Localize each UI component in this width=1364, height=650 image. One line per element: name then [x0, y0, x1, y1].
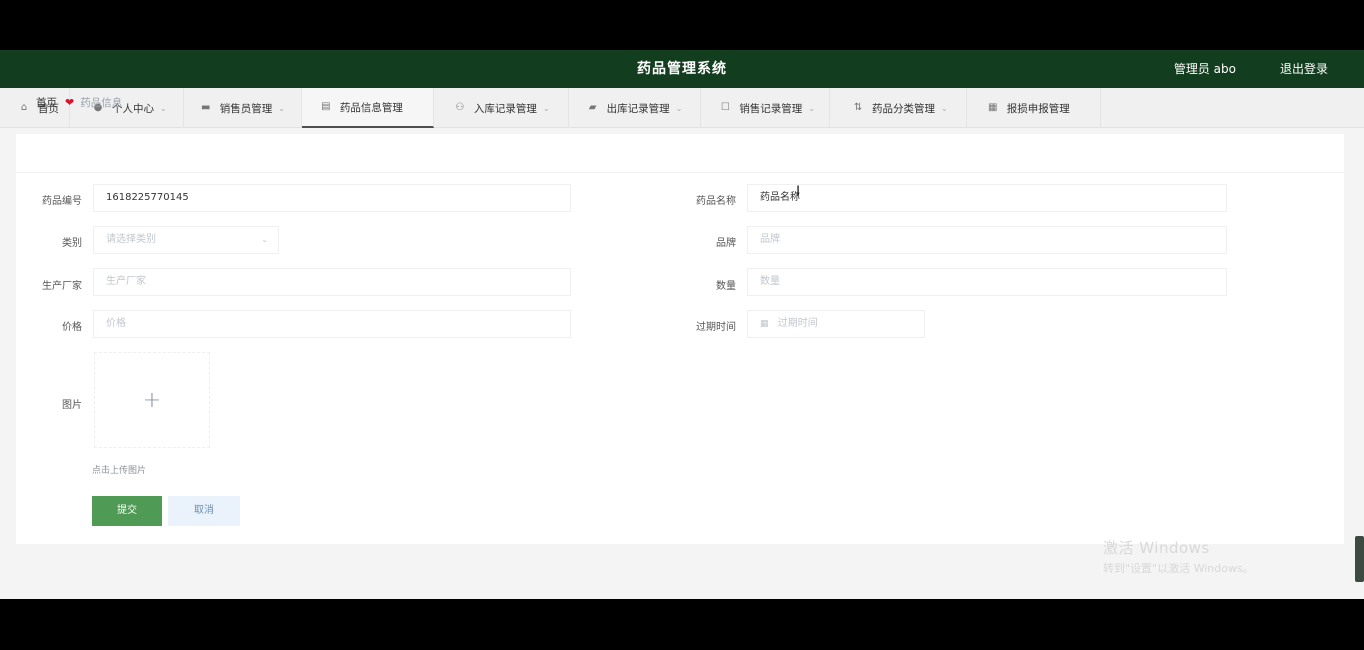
chevron-down-icon: ⌄ — [941, 103, 948, 113]
watermark-line2: 转到"设置"以激活 Windows。 — [1103, 562, 1254, 575]
name-input[interactable]: 药品名称 — [747, 184, 1227, 212]
calendar-icon: ▦ — [760, 319, 769, 329]
nav-item-stock-out[interactable]: ▰ 出库记录管理 ⌄ — [569, 88, 702, 128]
price-input[interactable]: 价格 — [93, 310, 571, 338]
inbox-icon: ⚇ — [455, 102, 465, 113]
list-icon: ☐ — [720, 102, 730, 113]
nav-item-label: 药品分类管理 — [872, 102, 936, 115]
nav-item-label: 药品信息管理 — [339, 101, 403, 114]
current-user: 管理员 abo — [1173, 62, 1236, 76]
chevron-down-icon: ⌄ — [542, 103, 550, 113]
submit-button[interactable]: 提交 — [92, 496, 162, 526]
breadcrumb: 首页 ❤ 药品信息 — [36, 95, 122, 110]
expire-placeholder: 过期时间 — [777, 318, 818, 329]
category-placeholder: 请选择类别 — [106, 234, 156, 245]
chevron-down-icon: ⌄ — [261, 235, 268, 244]
code-input[interactable]: 1618225770145 — [93, 184, 571, 212]
sort-icon: ⇅ — [853, 102, 863, 113]
cancel-button[interactable]: 取消 — [168, 496, 240, 526]
price-label: 价格 — [62, 322, 82, 333]
brand-label: 品牌 — [716, 238, 736, 249]
windows-activation-watermark: 激活 Windows 转到"设置"以激活 Windows。 — [1103, 537, 1254, 576]
screen: 药品管理系统 管理员 abo 退出登录 ⌂ 首页 ● 个人中心 ⌄ ▬ 销售员管… — [0, 0, 1364, 650]
breadcrumb-current: 药品信息 — [80, 97, 123, 109]
chevron-down-icon: ⌄ — [278, 103, 285, 113]
home-icon: ⌂ — [20, 102, 28, 113]
nav-item-label: 销售员管理 — [219, 102, 273, 115]
category-label: 类别 — [62, 238, 82, 249]
nav-item-drug-category[interactable]: ⇅ 药品分类管理 ⌄ — [830, 88, 967, 128]
main-nav: ⌂ 首页 ● 个人中心 ⌄ ▬ 销售员管理 ⌄ ▤ 药品信息管理 ⚇ 入库记录管… — [0, 88, 1364, 128]
name-label: 药品名称 — [696, 196, 736, 207]
logout-link[interactable]: 退出登录 — [1280, 50, 1328, 88]
qty-input[interactable]: 数量 — [747, 268, 1227, 296]
watermark-line1: 激活 Windows — [1103, 539, 1210, 557]
maker-label: 生产厂家 — [42, 281, 82, 292]
category-select[interactable]: 请选择类别 ⌄ — [93, 226, 279, 254]
breadcrumb-home[interactable]: 首页 — [36, 95, 57, 110]
image-upload[interactable]: + — [94, 352, 210, 448]
text-cursor-icon: I — [796, 184, 801, 200]
nav-item-drug-info[interactable]: ▤ 药品信息管理 — [301, 88, 434, 128]
maker-input[interactable]: 生产厂家 — [93, 268, 571, 296]
chevron-down-icon: ⌄ — [160, 103, 167, 113]
chevron-down-icon: ⌄ — [808, 103, 816, 113]
nav-item-stock-in[interactable]: ⚇ 入库记录管理 ⌄ — [434, 88, 569, 128]
top-header: 药品管理系统 管理员 abo 退出登录 — [0, 50, 1364, 88]
nav-item-label: 报损申报管理 — [1006, 102, 1070, 115]
nav-item-label: 出库记录管理 — [606, 102, 670, 115]
upload-hint: 点击上传图片 — [92, 466, 147, 476]
chevron-down-icon: ⌄ — [675, 103, 683, 113]
nav-item-sales-records[interactable]: ☐ 销售记录管理 ⌄ — [701, 88, 831, 128]
heart-icon: ❤ — [65, 96, 75, 109]
scrollbar-handle[interactable] — [1355, 536, 1364, 582]
code-label: 药品编号 — [42, 196, 82, 207]
nav-item-loss-report[interactable]: ▦ 报损申报管理 — [967, 88, 1101, 128]
nav-item-sales-staff[interactable]: ▬ 销售员管理 ⌄ — [184, 88, 302, 128]
brand-input[interactable]: 品牌 — [747, 226, 1227, 254]
expire-label: 过期时间 — [696, 322, 736, 333]
report-icon: ▦ — [987, 102, 998, 113]
expire-date-picker[interactable]: ▦ 过期时间 — [747, 310, 925, 338]
truck-icon: ▰ — [588, 102, 597, 113]
pill-icon: ▤ — [321, 101, 331, 112]
app-title: 药品管理系统 — [637, 61, 727, 77]
monitor-icon: ▬ — [200, 102, 211, 113]
plus-icon: + — [142, 387, 162, 413]
nav-item-label: 销售记录管理 — [739, 102, 803, 115]
image-label: 图片 — [62, 400, 82, 411]
nav-item-label: 入库记录管理 — [473, 102, 537, 115]
qty-label: 数量 — [716, 281, 736, 292]
